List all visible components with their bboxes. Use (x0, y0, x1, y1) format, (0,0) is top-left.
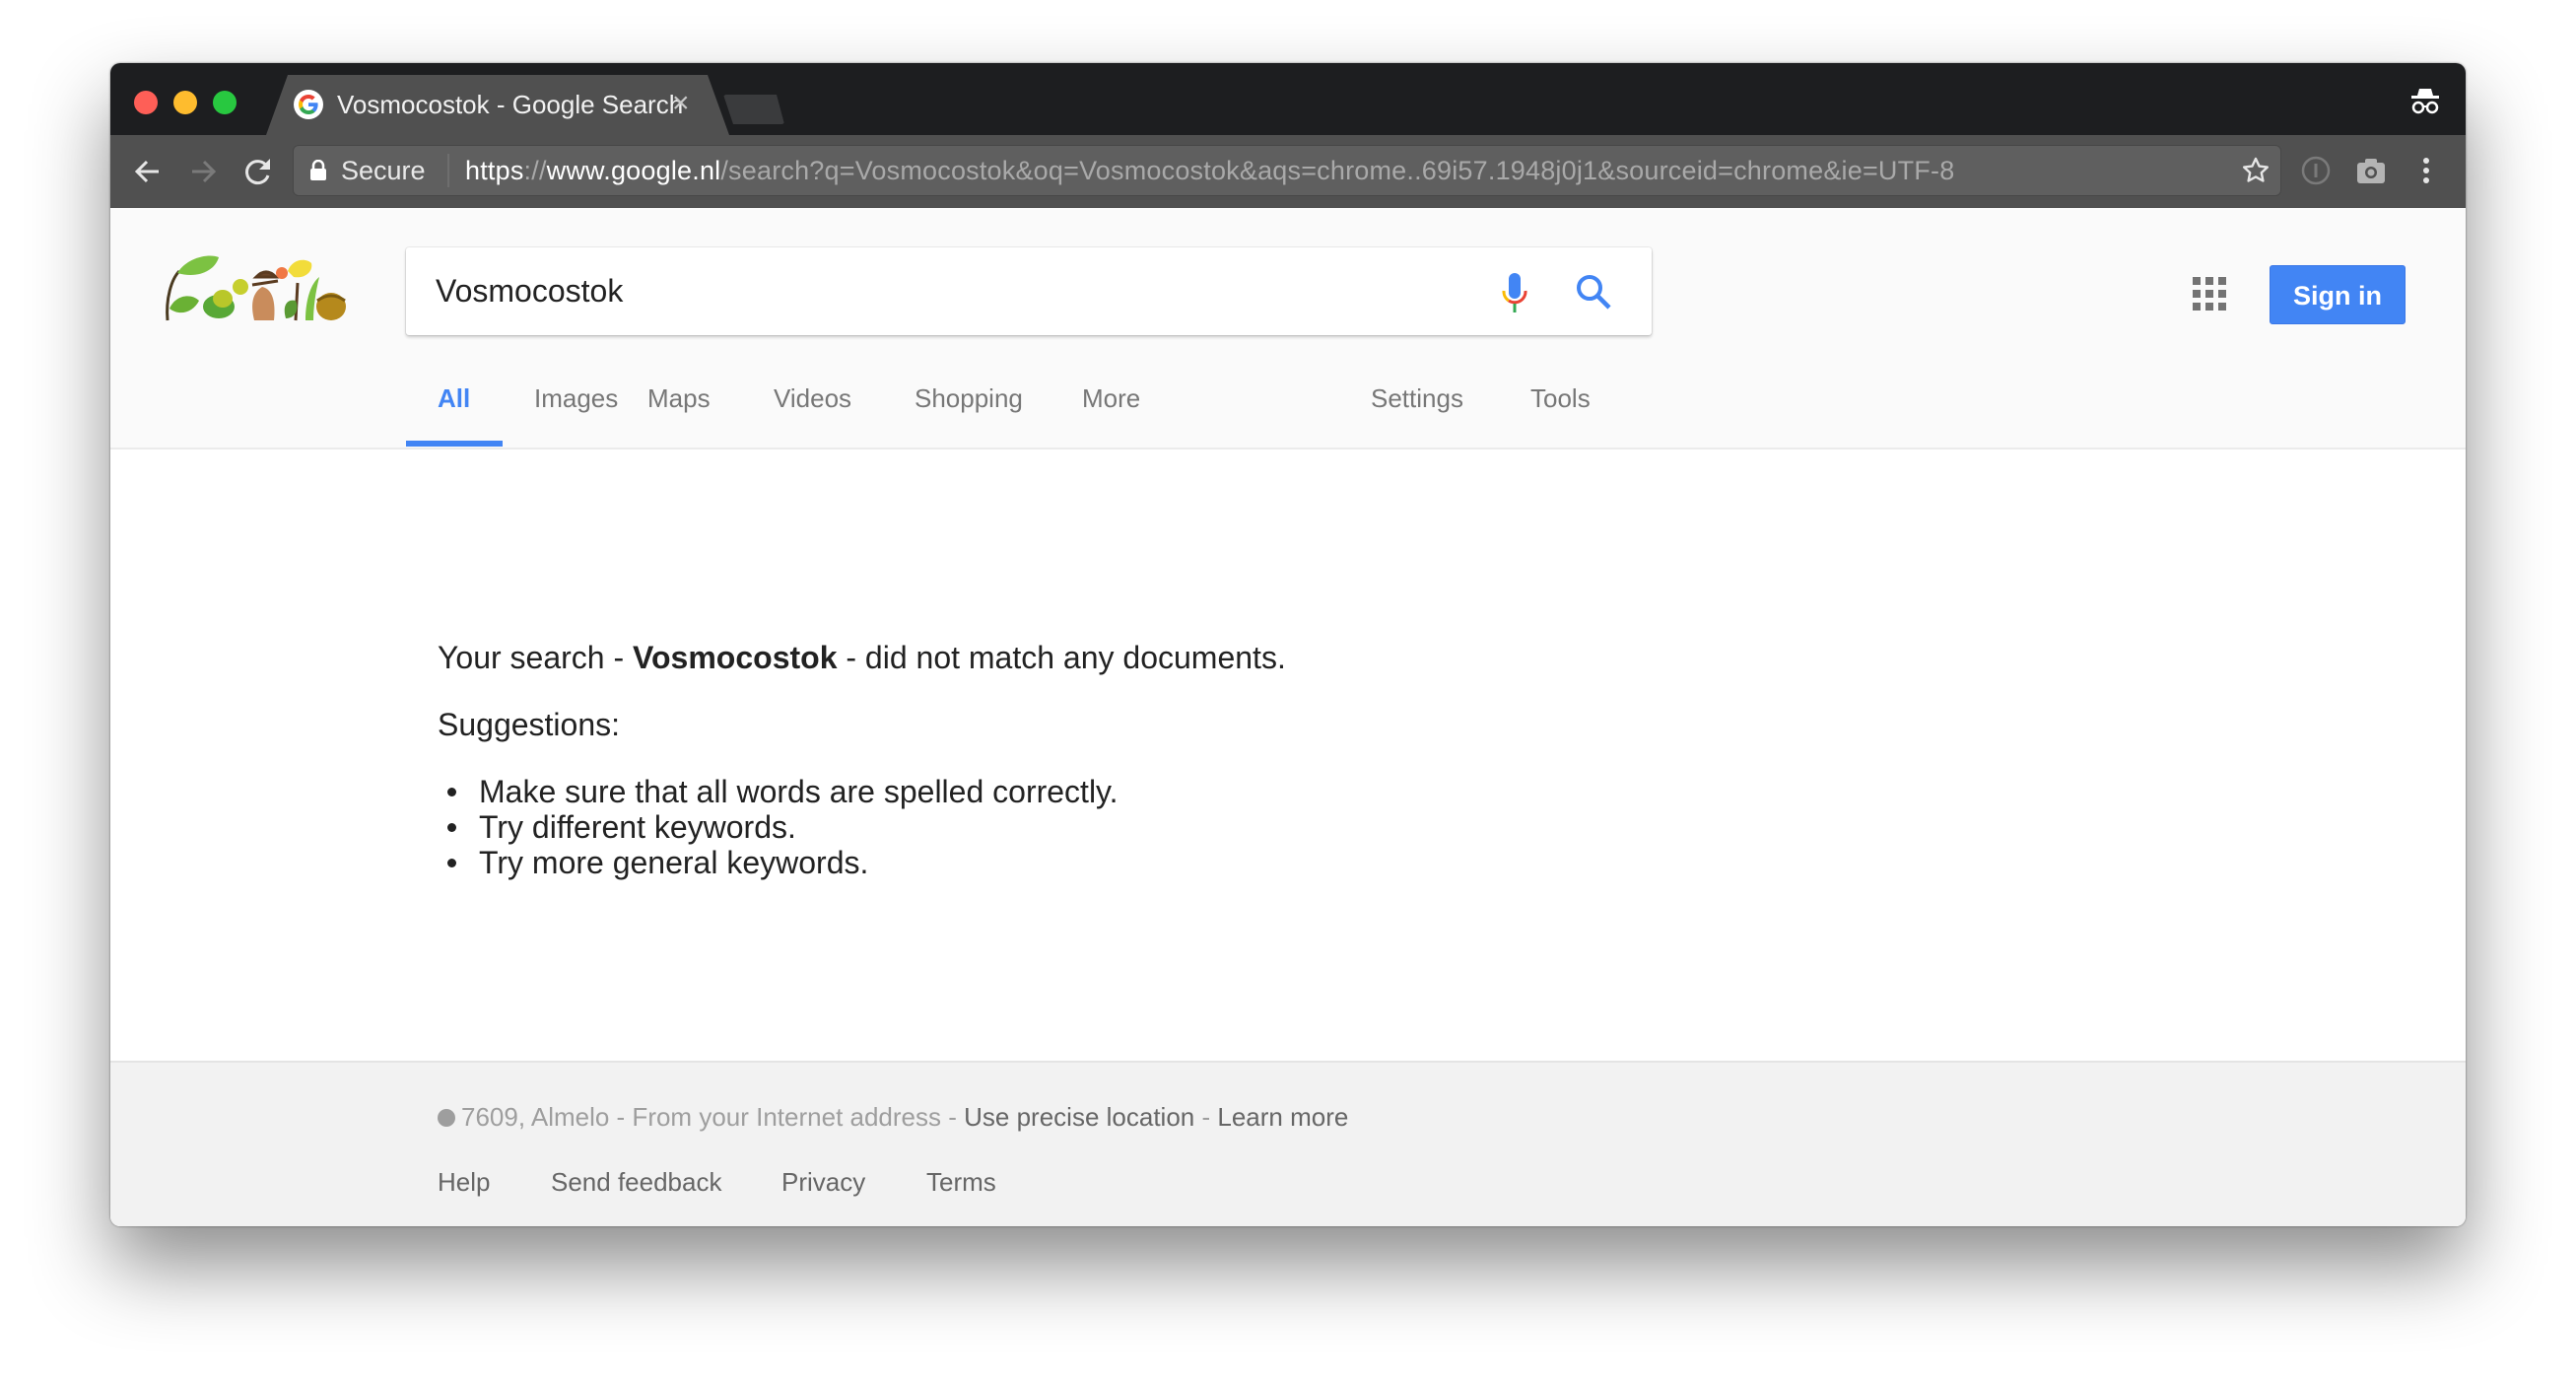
browser-tab[interactable]: Vosmocostok - Google Search × (266, 75, 729, 135)
reload-icon[interactable] (240, 154, 276, 189)
url-path: /search?q=Vosmocostok&oq=Vosmocostok&aqs… (720, 156, 1955, 185)
browser-window: Vosmocostok - Google Search × Secure htt… (110, 63, 2466, 1226)
address-bar[interactable]: Secure https://www.google.nl/search?q=Vo… (293, 145, 2281, 196)
bullet-icon (447, 859, 456, 867)
location-text: 7609, Almelo (461, 1102, 610, 1132)
suggestions-heading: Suggestions: (438, 707, 621, 742)
tab-shopping[interactable]: Shopping (915, 383, 1023, 414)
tab-strip: Vosmocostok - Google Search × (110, 63, 2466, 135)
page-footer: 7609, Almelo - From your Internet addres… (110, 1061, 2466, 1226)
tab-videos[interactable]: Videos (774, 383, 851, 414)
tab-all[interactable]: All (438, 383, 470, 414)
tab-tools[interactable]: Tools (1530, 383, 1591, 414)
no-match-prefix: Your search - (438, 640, 634, 675)
help-link[interactable]: Help (438, 1167, 490, 1198)
url-scheme: https (465, 156, 524, 185)
forward-icon[interactable] (185, 154, 221, 189)
tab-more[interactable]: More (1082, 383, 1140, 414)
google-doodle-logo[interactable] (158, 249, 349, 328)
footer-separator: - (1194, 1102, 1218, 1132)
location-line: 7609, Almelo - From your Internet addres… (438, 1102, 1348, 1133)
google-favicon-icon (294, 90, 323, 119)
suggestion-item: Make sure that all words are spelled cor… (438, 774, 1119, 809)
location-dot-icon (438, 1109, 455, 1127)
incognito-icon (2411, 89, 2439, 114)
suggestion-item: Try different keywords. (438, 809, 1119, 845)
close-tab-icon[interactable]: × (672, 88, 690, 119)
url-separator: :// (523, 156, 547, 185)
voice-search-icon[interactable] (1500, 271, 1529, 314)
tab-maps[interactable]: Maps (647, 383, 711, 414)
send-feedback-link[interactable]: Send feedback (551, 1167, 721, 1198)
suggestion-text: Make sure that all words are spelled cor… (479, 774, 1119, 809)
active-tab-indicator (406, 441, 503, 447)
search-icon[interactable] (1575, 273, 1612, 311)
omnibox-divider (447, 154, 449, 187)
browser-toolbar: Secure https://www.google.nl/search?q=Vo… (110, 135, 2466, 208)
sign-in-button[interactable]: Sign in (2270, 265, 2406, 324)
new-tab-button[interactable] (723, 95, 784, 124)
url-text[interactable]: https://www.google.nl/search?q=Vosmocost… (465, 154, 1954, 187)
suggestion-text: Try more general keywords. (479, 845, 869, 880)
camera-icon[interactable] (2353, 153, 2389, 188)
apps-grid-icon[interactable] (2193, 277, 2226, 311)
use-precise-location-link[interactable]: Use precise location (964, 1102, 1194, 1132)
minimize-window-button[interactable] (173, 91, 197, 114)
tab-images[interactable]: Images (534, 383, 618, 414)
lock-icon (310, 160, 326, 180)
maximize-window-button[interactable] (213, 91, 237, 114)
search-box (406, 247, 1652, 335)
tab-title: Vosmocostok - Google Search (337, 90, 684, 119)
suggestion-item: Try more general keywords. (438, 845, 1119, 880)
suggestions-list: Make sure that all words are spelled cor… (438, 774, 1119, 880)
tab-settings[interactable]: Settings (1371, 383, 1463, 414)
bookmark-star-icon[interactable] (2241, 156, 2271, 185)
search-header: Sign in All Images Maps Videos Shopping … (110, 208, 2466, 450)
web-page: Sign in All Images Maps Videos Shopping … (110, 208, 2466, 1226)
close-window-button[interactable] (134, 91, 158, 114)
no-match-text: Your search - Vosmocostok - did not matc… (438, 640, 1286, 676)
menu-kebab-icon[interactable] (2408, 153, 2444, 188)
terms-link[interactable]: Terms (926, 1167, 996, 1198)
no-match-suffix: - did not match any documents. (837, 640, 1286, 675)
bullet-icon (447, 823, 456, 832)
location-source: - From your Internet address - (609, 1102, 965, 1132)
url-host: www.google.nl (546, 156, 721, 185)
search-query: Vosmocostok (633, 640, 838, 675)
suggestion-text: Try different keywords. (479, 809, 796, 845)
back-icon[interactable] (130, 154, 166, 189)
search-input[interactable] (436, 267, 1421, 314)
bullet-icon (447, 788, 456, 796)
learn-more-link[interactable]: Learn more (1217, 1102, 1348, 1132)
info-extension-icon[interactable] (2298, 153, 2334, 188)
privacy-link[interactable]: Privacy (781, 1167, 865, 1198)
secure-label: Secure (341, 156, 426, 185)
